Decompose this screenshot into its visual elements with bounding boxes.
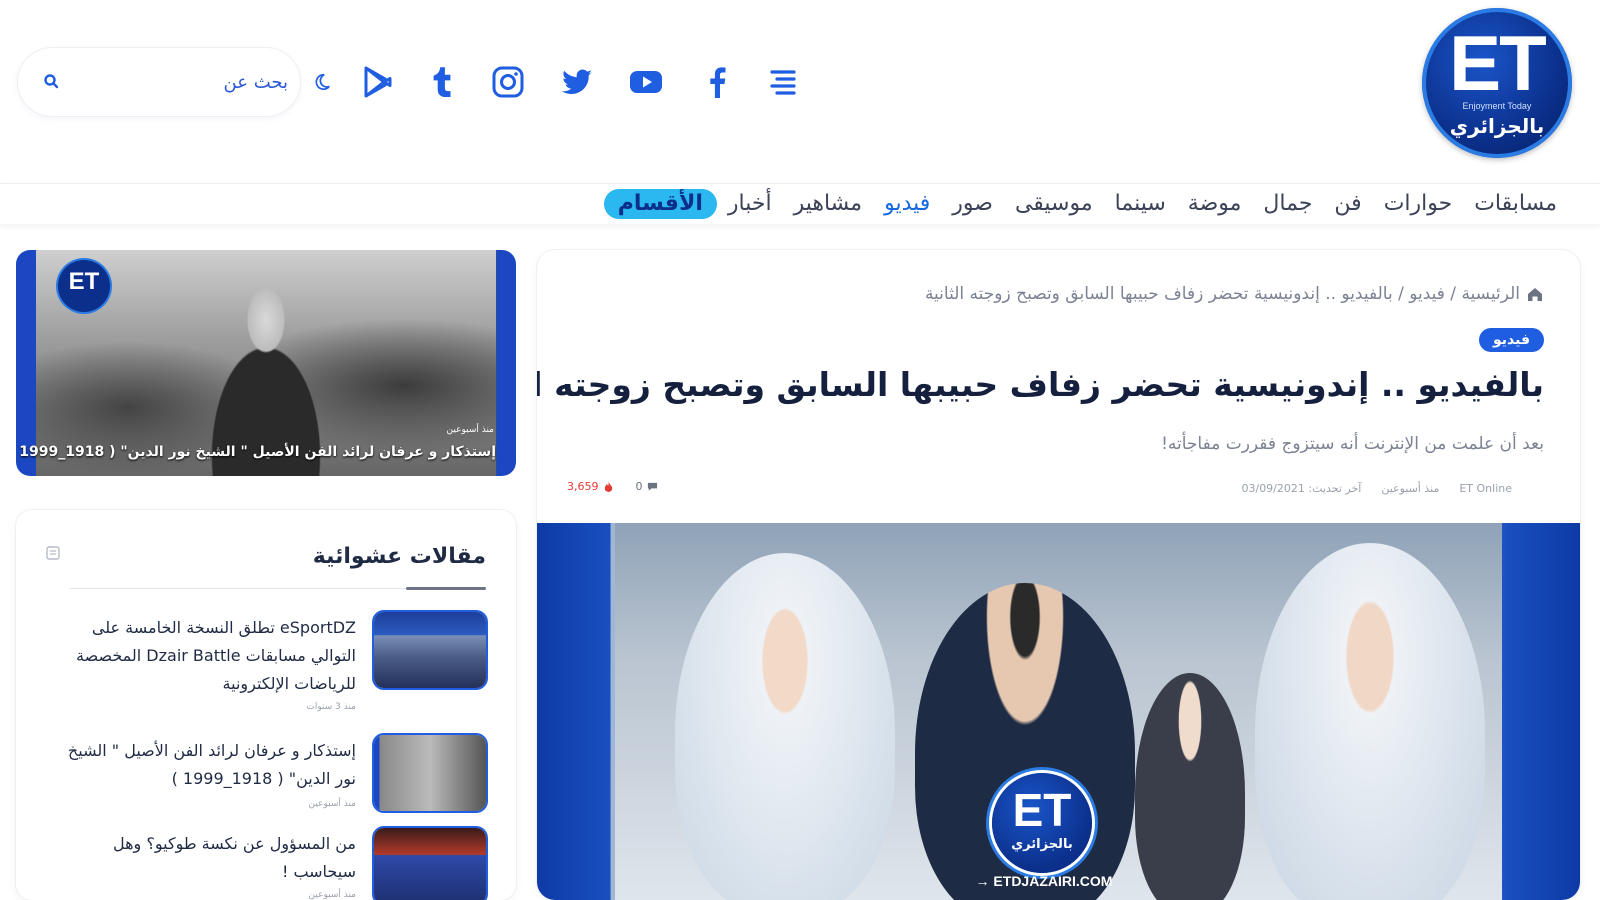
article-stats: 3,659 0: [567, 480, 658, 493]
comment-icon: [647, 482, 657, 491]
google-play-icon: [364, 66, 392, 98]
breadcrumb: الرئيسية / فيديو / بالفيديو .. إندونيسية…: [925, 284, 1544, 304]
nav-item-cinema[interactable]: سينما: [1104, 188, 1177, 220]
nav-categories-button[interactable]: الأقسام: [603, 189, 717, 219]
search-icon[interactable]: [42, 72, 62, 92]
post-date: منذ أسبوعين: [308, 890, 356, 900]
rss-icon[interactable]: [46, 546, 60, 560]
post-date: منذ أسبوعين: [308, 799, 356, 809]
moon-icon: [315, 73, 330, 91]
site-header: ET Enjoyment Today بالجزائري: [0, 0, 1600, 175]
post-title[interactable]: من المسؤول عن نكسة طوكيو؟ وهل سيحاسب !: [46, 830, 356, 886]
twitter-icon: [562, 69, 592, 94]
comments-count[interactable]: 0: [636, 480, 658, 493]
menu-button[interactable]: [760, 60, 804, 104]
list-item[interactable]: إستذكار و عرفان لرائد الفن الأصيل " الشي…: [46, 735, 486, 815]
twitter-link[interactable]: [555, 60, 599, 104]
tumblr-link[interactable]: [420, 60, 464, 104]
google-play-link[interactable]: [356, 60, 400, 104]
watermark-logo: ET بالجزائري: [992, 773, 1092, 873]
post-title[interactable]: eSportDZ تطلق النسخة الخامسة على التوالي…: [46, 614, 356, 698]
facebook-link[interactable]: [696, 60, 740, 104]
logo-arabic: بالجزائري: [1449, 114, 1545, 138]
nav-item-news[interactable]: أخبار: [717, 188, 783, 220]
views-count: 3,659: [567, 480, 614, 493]
category-nav: الأقسام أخبار مشاهير فيديو صور موسيقى سي…: [0, 184, 1600, 224]
banner-logo-text: ET: [68, 268, 100, 295]
breadcrumb-text[interactable]: الرئيسية / فيديو / بالفيديو .. إندونيسية…: [925, 284, 1520, 304]
watermark-url: → ETDJAZAIRI.COM: [975, 873, 1113, 889]
site-logo[interactable]: ET Enjoyment Today بالجزائري: [1422, 8, 1572, 158]
post-thumbnail[interactable]: [374, 735, 486, 811]
post-thumbnail[interactable]: [374, 612, 486, 688]
nav-item-interviews[interactable]: حوارات: [1373, 188, 1464, 220]
featured-banner[interactable]: ET منذ أسبوعين إستذكار و عرفان لرائد الف…: [16, 250, 516, 476]
watermark-logo-text: ET: [1012, 784, 1072, 836]
facebook-icon: [710, 67, 726, 98]
widget-title: مقالات عشوائية: [312, 544, 486, 569]
figure-guest: [1135, 673, 1245, 900]
nav-item-beauty[interactable]: جمال: [1252, 188, 1323, 220]
tumblr-icon: [433, 67, 451, 97]
nav-item-video[interactable]: فيديو: [873, 188, 941, 220]
article-hero-image: ET بالجزائري → ETDJAZAIRI.COM: [537, 523, 1580, 900]
post-date: منذ 3 سنوات: [306, 702, 356, 712]
article-card: الرئيسية / فيديو / بالفيديو .. إندونيسية…: [537, 250, 1580, 900]
instagram-icon: [492, 66, 524, 98]
watermark-logo-arabic: بالجزائري: [1011, 837, 1073, 852]
article-subtitle: بعد أن علمت من الإنترنت أنه سيتزوج فقررت…: [1161, 434, 1544, 454]
logo-text: ET: [1449, 19, 1547, 107]
youtube-link[interactable]: [624, 60, 668, 104]
nav-item-contests[interactable]: مسابقات: [1463, 188, 1568, 220]
random-articles-widget: مقالات عشوائية eSportDZ تطلق النسخة الخا…: [16, 510, 516, 900]
menu-icon: [770, 70, 796, 95]
youtube-icon: [630, 71, 662, 93]
nav-item-music[interactable]: موسيقى: [1004, 188, 1104, 220]
banner-caption[interactable]: إستذكار و عرفان لرائد الفن الأصيل " الشي…: [16, 444, 496, 460]
search-box: [18, 48, 300, 116]
instagram-link[interactable]: [486, 60, 530, 104]
article-meta: ET Online منذ أسبوعين آخر تحديث: 03/09/2…: [1241, 482, 1512, 495]
nav-item-fashion[interactable]: موضة: [1177, 188, 1253, 220]
views-number: 3,659: [567, 480, 599, 493]
nav-item-photos[interactable]: صور: [941, 188, 1004, 220]
category-badge[interactable]: فيديو: [1478, 328, 1544, 352]
list-item[interactable]: eSportDZ تطلق النسخة الخامسة على التوالي…: [46, 612, 486, 720]
fire-icon: [604, 481, 612, 492]
search-input[interactable]: [68, 66, 288, 98]
comments-number: 0: [635, 480, 643, 493]
post-thumbnail[interactable]: [374, 828, 486, 900]
post-title[interactable]: إستذكار و عرفان لرائد الفن الأصيل " الشي…: [46, 737, 356, 793]
meta-date: آخر تحديث: 03/09/2021: [1241, 482, 1362, 495]
figure-bride-left: [675, 553, 895, 900]
list-item[interactable]: من المسؤول عن نكسة طوكيو؟ وهل سيحاسب ! م…: [46, 828, 486, 900]
meta-posted: منذ أسبوعين: [1381, 482, 1440, 495]
home-icon[interactable]: [1526, 285, 1544, 303]
logo-tagline: Enjoyment Today: [1462, 101, 1532, 111]
nav-item-art[interactable]: فن: [1323, 188, 1372, 220]
dark-mode-toggle[interactable]: [307, 60, 337, 104]
nav-list: الأقسام أخبار مشاهير فيديو صور موسيقى سي…: [590, 188, 1568, 220]
figure-bride-right: [1255, 543, 1485, 900]
meta-author[interactable]: ET Online: [1459, 482, 1512, 495]
banner-logo: ET: [58, 260, 110, 312]
article-title: بالفيديو .. إندونيسية تحضر زفاف حبيبها ا…: [537, 365, 1544, 404]
nav-item-celebrities[interactable]: مشاهير: [783, 188, 874, 220]
widget-divider-accent: [406, 587, 486, 590]
banner-date: منذ أسبوعين: [446, 425, 494, 435]
